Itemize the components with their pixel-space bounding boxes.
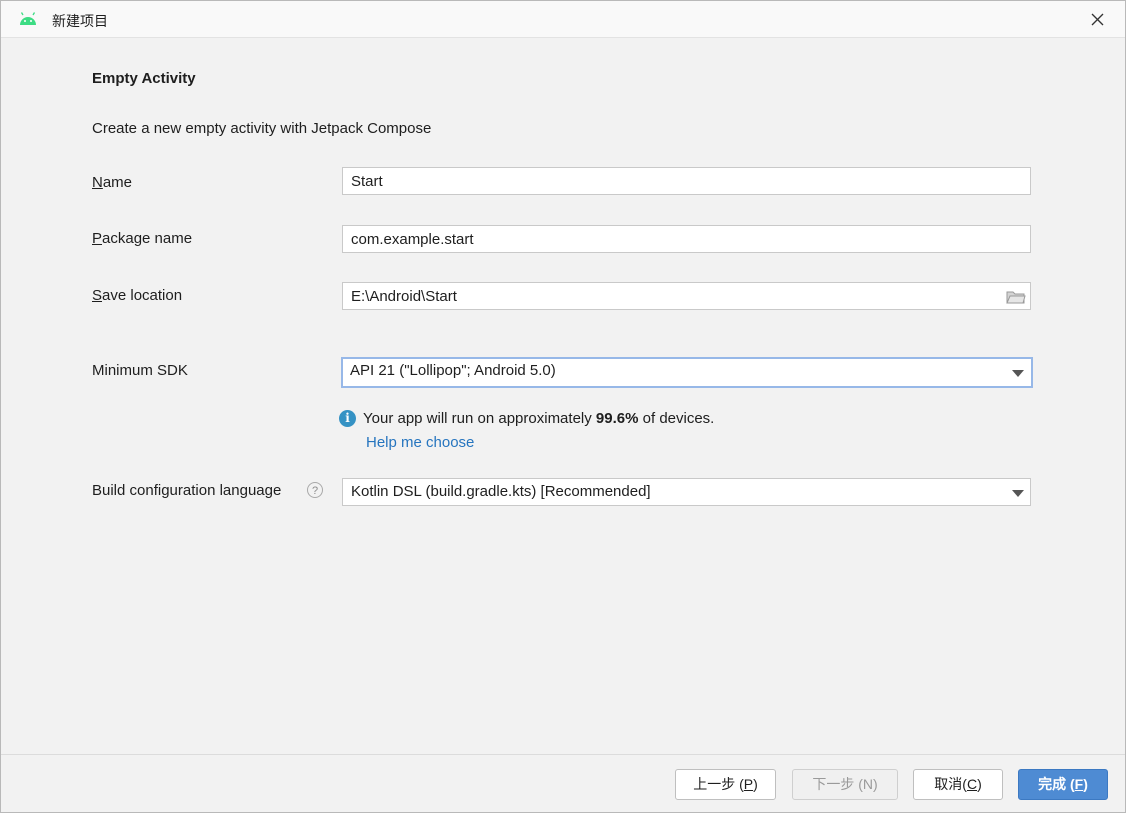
help-me-choose-link[interactable]: Help me choose bbox=[366, 434, 474, 451]
dialog-title: 新建项目 bbox=[52, 13, 108, 29]
android-icon bbox=[20, 12, 36, 25]
package-name-label: Package name bbox=[92, 230, 193, 247]
close-icon bbox=[1091, 13, 1103, 25]
cancel-button[interactable]: 取消(C) bbox=[913, 769, 1003, 800]
minimum-sdk-label: Minimum SDK bbox=[92, 362, 188, 379]
save-location-label: Save location bbox=[92, 287, 183, 304]
minimum-sdk-value: API 21 ("Lollipop"; Android 5.0) bbox=[350, 362, 556, 379]
build-language-label: Build configuration language bbox=[92, 482, 282, 499]
title-bar: 新建项目 bbox=[1, 1, 1125, 38]
info-icon: i bbox=[339, 410, 356, 427]
close-button[interactable] bbox=[1079, 7, 1115, 31]
activity-description: Create a new empty activity with Jetpack… bbox=[92, 120, 432, 137]
previous-button[interactable]: 上一步 (P) bbox=[675, 769, 776, 800]
chevron-down-icon[interactable] bbox=[1012, 370, 1024, 377]
minimum-sdk-dropdown[interactable]: API 21 ("Lollipop"; Android 5.0) bbox=[341, 357, 1033, 388]
new-project-dialog: 新建项目 Empty Activity Create a new empty a… bbox=[0, 0, 1126, 813]
folder-icon[interactable] bbox=[1006, 289, 1026, 305]
name-label: Name bbox=[92, 174, 133, 191]
help-icon[interactable]: ? bbox=[307, 482, 323, 498]
name-field[interactable] bbox=[342, 167, 1031, 195]
build-language-dropdown[interactable]: Kotlin DSL (build.gradle.kts) [Recommend… bbox=[342, 478, 1031, 506]
next-button[interactable]: 下一步 (N) bbox=[792, 769, 898, 800]
chevron-down-icon[interactable] bbox=[1012, 490, 1024, 497]
package-name-field[interactable] bbox=[342, 225, 1031, 253]
activity-heading: Empty Activity bbox=[92, 70, 196, 87]
finish-button[interactable]: 完成 (F) bbox=[1018, 769, 1108, 800]
device-coverage-text: Your app will run on approximately 99.6%… bbox=[363, 410, 715, 427]
save-location-field[interactable] bbox=[342, 282, 1031, 310]
build-language-value: Kotlin DSL (build.gradle.kts) [Recommend… bbox=[351, 483, 651, 500]
coverage-percent: 99.6% bbox=[595, 410, 639, 427]
